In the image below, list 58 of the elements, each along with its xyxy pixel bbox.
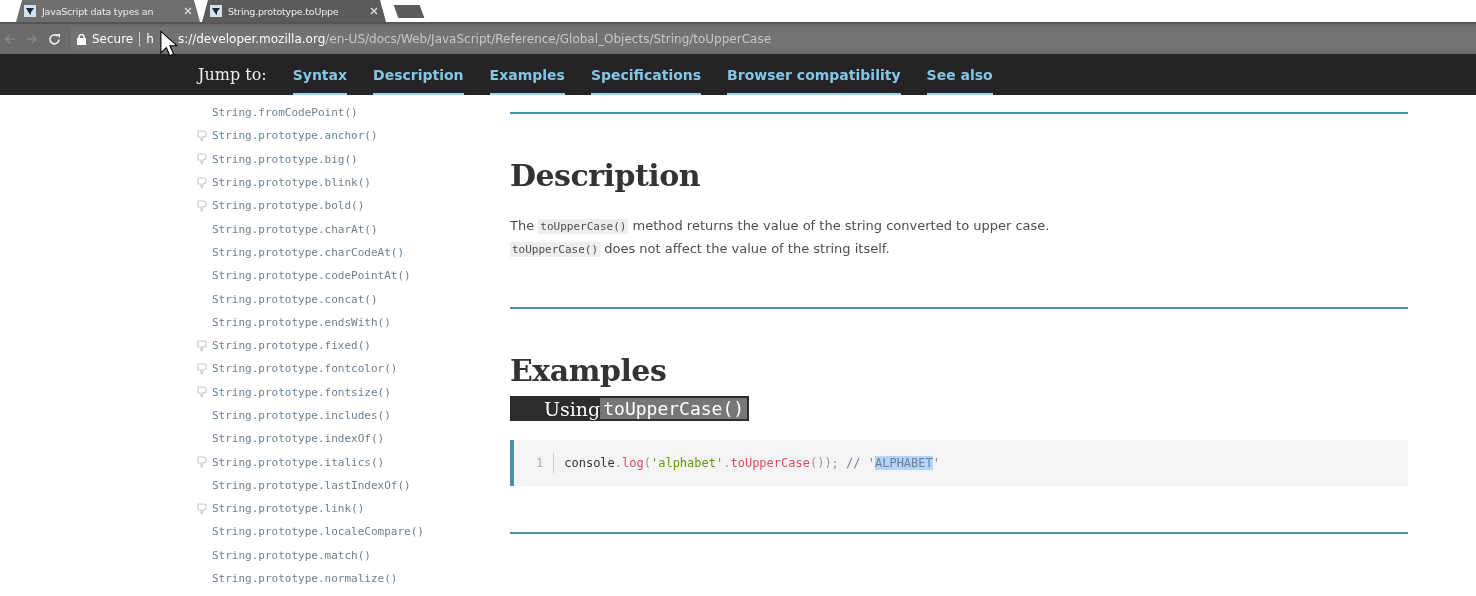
description-text: toUpperCase() does not affect the value of the string itself. [510, 240, 891, 259]
sidebar-link[interactable]: String.prototype.big() [212, 152, 358, 166]
sidebar-link[interactable]: String.prototype.concat() [212, 292, 378, 306]
url-scheme-fragment: h [146, 32, 154, 46]
sidebar-link[interactable]: String.prototype.includes() [212, 409, 391, 422]
site-icon [210, 5, 222, 17]
sidebar-link[interactable]: String.prototype.codePointAt() [212, 269, 411, 283]
url-path: /en-US/docs/Web/JavaScript/Reference/Global_Objects/String/toUpperCase [325, 32, 772, 46]
sidebar-link[interactable]: String.prototype.fontcolor() [212, 362, 398, 376]
thumbs-down-icon [196, 386, 208, 399]
sidebar-link[interactable]: String.prototype.localeCompare() [212, 525, 424, 539]
sidebar-link[interactable]: String.prototype.link() [212, 502, 365, 516]
example-heading: Using toUpperCase() [510, 396, 750, 421]
jump-link[interactable]: Examples [489, 54, 565, 95]
security-label: Secure [92, 32, 134, 46]
code-line: console.log('alphabet'.toUpperCase()); // 'ALPHABET' [564, 456, 940, 470]
sidebar-link[interactable]: String.prototype.blink() [212, 176, 371, 190]
sidebar-link[interactable]: String.prototype.endsWith() [212, 315, 391, 329]
jump-link[interactable]: See also [926, 54, 993, 95]
sidebar-link[interactable]: String.prototype.match() [212, 548, 371, 562]
sidebar-link[interactable]: String.prototype.fixed() [212, 339, 371, 353]
site-icon [24, 5, 36, 17]
url-host: s://developer.mozilla.org [177, 32, 326, 46]
thumbs-down-icon [196, 129, 208, 142]
sidebar-link[interactable]: String.prototype.charCodeAt() [212, 245, 405, 259]
jump-link[interactable]: Syntax [292, 54, 348, 95]
mouse-pointer-icon [159, 29, 178, 59]
jump-to-label: Jump to: [198, 65, 267, 84]
jump-link[interactable]: Browser compatibility [727, 54, 901, 95]
browser-tab[interactable]: JavaScript data types an [16, 0, 200, 22]
jump-link[interactable]: Description [373, 54, 464, 95]
sidebar-link[interactable]: String.prototype.charAt() [212, 222, 378, 236]
thumbs-down-icon [196, 362, 208, 375]
browser-tab[interactable]: String.prototype.toUppe [202, 0, 386, 22]
sidebar-link[interactable]: String.prototype.indexOf() [212, 432, 385, 446]
description-text: The toUpperCase() method returns the value of the string converted to upper case. [510, 217, 1051, 236]
close-icon[interactable] [370, 7, 378, 15]
sidebar-link[interactable]: String.prototype.italics() [212, 455, 385, 469]
thumbs-down-icon [196, 502, 208, 515]
new-tab-button[interactable] [393, 5, 425, 18]
sidebar-link[interactable]: String.fromCodePoint() [212, 106, 358, 120]
section-heading: Description [510, 158, 701, 193]
thumbs-down-icon [196, 339, 208, 352]
thumbs-down-icon [196, 199, 208, 212]
close-icon[interactable] [184, 7, 192, 15]
sidebar-link[interactable]: String.prototype.lastIndexOf() [212, 478, 411, 492]
sidebar-link[interactable]: String.prototype.normalize() [212, 572, 398, 586]
reload-icon[interactable] [48, 32, 61, 46]
sidebar-link[interactable]: String.prototype.fontsize() [212, 385, 391, 399]
thumbs-down-icon [196, 456, 208, 469]
jump-link[interactable]: Specifications [590, 54, 702, 95]
lock-icon [77, 33, 86, 45]
sidebar-link[interactable]: String.prototype.bold() [212, 199, 365, 213]
section-heading: Examples [510, 353, 668, 388]
line-number: 1 [536, 453, 555, 473]
thumbs-down-icon [196, 176, 208, 189]
thumbs-down-icon [196, 153, 208, 166]
sidebar-link[interactable]: String.prototype.anchor() [212, 129, 378, 143]
